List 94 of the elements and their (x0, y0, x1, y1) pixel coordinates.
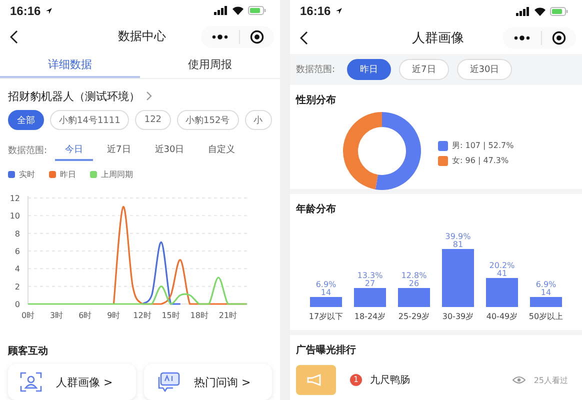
location-arrow-icon (44, 6, 53, 15)
back-icon[interactable] (300, 31, 308, 45)
x-tick-label: 3时 (50, 311, 64, 320)
bar-percent-label: 12.8% (401, 272, 427, 280)
ad-name[interactable]: 九尺鸭肠 (370, 373, 410, 387)
x-tick-label: 12时 (133, 311, 152, 320)
range-pill[interactable]: 近7日 (399, 59, 449, 80)
view-count: 25人看过 (534, 374, 568, 386)
bar (354, 288, 386, 307)
legend-label: 男: 107 | 52.7% (452, 140, 514, 151)
range-tab[interactable]: 近7日 (97, 140, 141, 161)
bar-percent-label: 20.2% (489, 262, 515, 270)
x-tick-label: 15时 (162, 311, 180, 320)
bar-count-label: 41 (496, 270, 508, 278)
y-tick-label: 6 (14, 247, 20, 256)
person-icon (20, 372, 42, 392)
legend-label: 实时 (19, 169, 35, 180)
range-tab[interactable]: 今日 (55, 140, 94, 161)
bar-count-label: 81 (452, 241, 464, 249)
bar-count-label: 27 (364, 280, 376, 288)
range-label: 数据范围: (8, 144, 48, 157)
y-tick-label: 8 (14, 229, 20, 238)
capsule-menu[interactable] (503, 27, 576, 49)
robot-chip[interactable]: 小豹14号1111 (50, 110, 130, 130)
bar-percent-label: 6.9% (316, 280, 336, 289)
close-target-icon[interactable] (250, 30, 264, 44)
range-pill[interactable]: 近30日 (456, 59, 512, 80)
page-title: 数据中心 (118, 28, 166, 46)
bar-category-label: 17岁以下 (308, 311, 344, 322)
bar-count-label: 26 (408, 280, 420, 288)
robot-name[interactable]: 招财豹机器人（测试环境） (8, 88, 140, 104)
range-tab[interactable]: 近30日 (144, 140, 194, 161)
range-tab[interactable]: 自定义 (198, 140, 246, 161)
bar-category-label: 50岁以上 (528, 311, 564, 322)
capsule-menu[interactable] (201, 26, 274, 48)
bar-category-label: 30-39岁 (442, 311, 474, 322)
bar-count-label: 14 (540, 288, 552, 297)
legend-label: 上周同期 (101, 169, 133, 180)
range-pill[interactable]: 昨日 (347, 59, 392, 80)
x-tick-label: 0时 (21, 311, 35, 320)
status-time: 16:16 (300, 4, 331, 18)
more-icon[interactable] (513, 35, 531, 41)
eye-icon (512, 376, 526, 384)
tab[interactable]: 使用周报 (140, 52, 280, 78)
bar-category-label: 40-49岁 (486, 311, 518, 322)
feature-card[interactable]: 人群画像 > (8, 364, 136, 400)
bar-percent-label: 13.3% (357, 272, 383, 280)
legend-label: 女: 96 | 47.3% (452, 155, 509, 166)
close-target-icon[interactable] (552, 31, 566, 45)
section-title: 顾客互动 (7, 344, 49, 359)
bar (486, 278, 518, 307)
y-tick-label: 0 (14, 300, 20, 309)
y-tick-label: 2 (14, 282, 20, 292)
battery-icon (248, 6, 266, 16)
back-icon[interactable] (10, 30, 18, 44)
section-title: 年龄分布 (296, 202, 337, 216)
signal-icon (214, 6, 228, 16)
robot-chip[interactable]: 小豹152号 (176, 110, 239, 130)
x-tick-label: 6时 (78, 311, 92, 320)
tab[interactable]: 详细数据 (0, 52, 140, 78)
range-label: 数据范围: (296, 64, 336, 76)
x-tick-label: 21时 (218, 311, 238, 320)
bar (530, 296, 562, 307)
robot-chip[interactable]: 全部 (8, 110, 44, 130)
chevron-right-icon[interactable] (146, 91, 152, 102)
page-title: 人群画像 (412, 30, 464, 47)
bar (398, 288, 430, 307)
bar-percent-label: 6.9% (536, 280, 556, 289)
bar-category-label: 18-24岁 (354, 311, 386, 322)
wifi-icon (534, 6, 546, 16)
y-tick-label: 12 (10, 194, 20, 203)
signal-icon (516, 6, 530, 16)
section-title: 性别分布 (296, 94, 337, 107)
bar (310, 296, 342, 307)
legend-label: 昨日 (60, 169, 76, 180)
bar-count-label: 14 (320, 288, 332, 297)
y-tick-label: 4 (14, 264, 20, 274)
feature-card[interactable]: 热门问询 > (144, 364, 272, 400)
bar-category-label: 25-29岁 (398, 311, 430, 322)
x-tick-label: 18时 (190, 311, 208, 320)
battery-icon (550, 6, 568, 16)
chat-bubble-icon (156, 372, 180, 392)
bar-percent-label: 39.9% (445, 233, 471, 241)
y-tick-label: 10 (10, 212, 20, 221)
more-icon[interactable] (211, 34, 229, 40)
location-arrow-icon (334, 7, 343, 15)
rank-medal: 1 (350, 374, 362, 386)
wifi-icon (232, 6, 244, 16)
status-time: 16:16 (10, 4, 41, 18)
section-title: 广告曝光排行 (296, 343, 357, 357)
x-tick-label: 9时 (107, 311, 120, 320)
robot-chip[interactable]: 122 (135, 110, 171, 130)
bar (442, 249, 474, 307)
robot-chip[interactable]: 小 (244, 110, 272, 130)
